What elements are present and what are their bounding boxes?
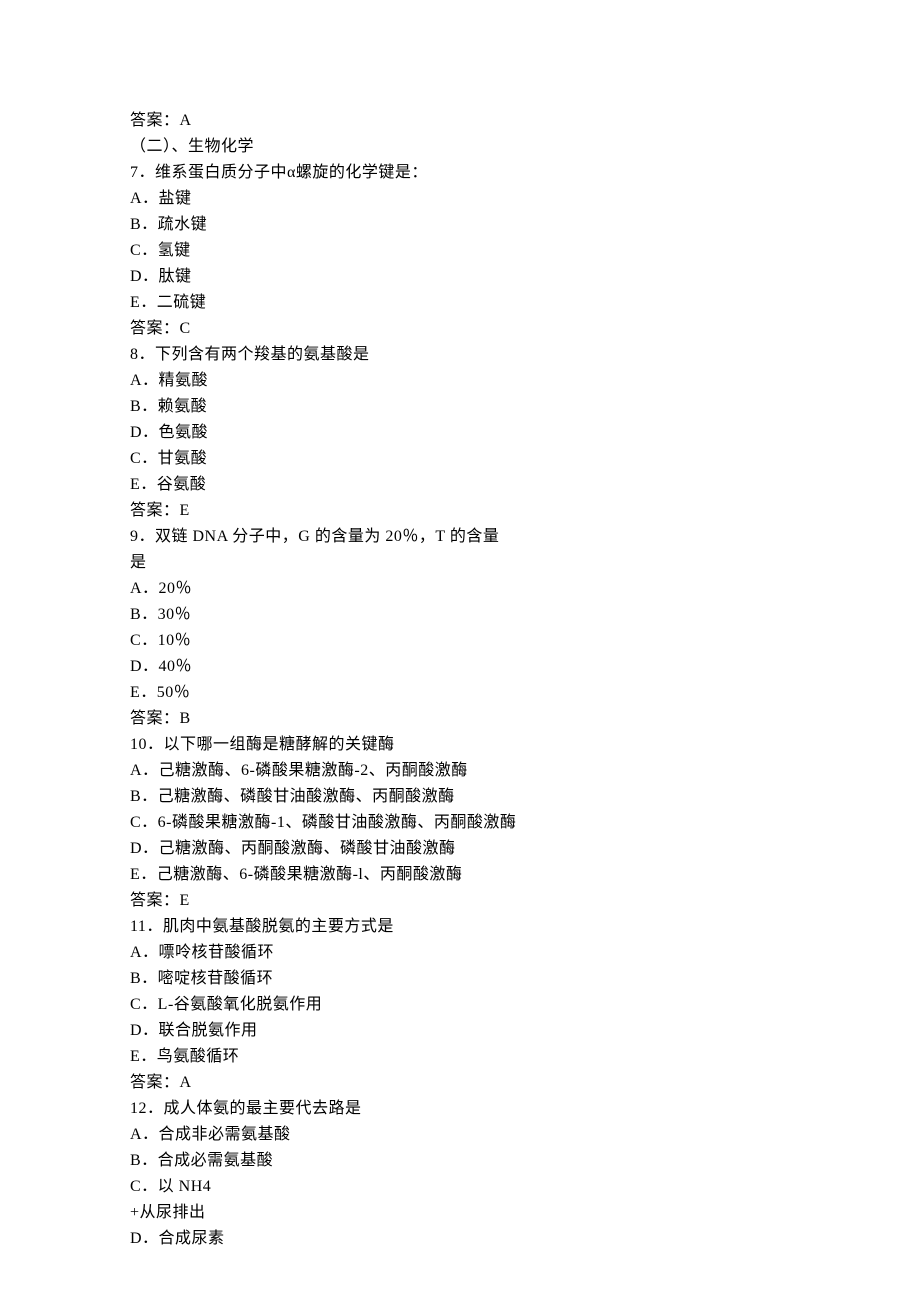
answer-line: 答案：E (130, 498, 790, 524)
option-e: E．鸟氨酸循环 (130, 1044, 790, 1070)
question-stem: 11．肌肉中氨基酸脱氨的主要方式是 (130, 914, 790, 940)
option-d: D．己糖激酶、丙酮酸激酶、磷酸甘油酸激酶 (130, 836, 790, 862)
question-stem: 8．下列含有两个羧基的氨基酸是 (130, 342, 790, 368)
question-stem: 12．成人体氨的最主要代去路是 (130, 1096, 790, 1122)
question-stem: 10．以下哪一组酶是糖酵解的关键酶 (130, 732, 790, 758)
option-e: E．二硫键 (130, 290, 790, 316)
option-d: D．肽键 (130, 264, 790, 290)
option-e: E．己糖激酶、6-磷酸果糖激酶-l、丙酮酸激酶 (130, 862, 790, 888)
option-c: C．6-磷酸果糖激酶-1、磷酸甘油酸激酶、丙酮酸激酶 (130, 810, 790, 836)
answer-line: 答案：A (130, 1070, 790, 1096)
option-b: B．嘧啶核苷酸循环 (130, 966, 790, 992)
option-c: C．甘氨酸 (130, 446, 790, 472)
option-a: A．嘌呤核苷酸循环 (130, 940, 790, 966)
option-b: B．30％ (130, 602, 790, 628)
option-a: A．己糖激酶、6-磷酸果糖激酶-2、丙酮酸激酶 (130, 758, 790, 784)
option-a: A．合成非必需氨基酸 (130, 1122, 790, 1148)
option-d: D．40％ (130, 654, 790, 680)
document-page: 答案：A （二）、生物化学 7．维系蛋白质分子中α螺旋的化学键是： A．盐键 B… (0, 0, 790, 1252)
option-c: C．以 NH4 (130, 1174, 790, 1200)
option-e: E．谷氨酸 (130, 472, 790, 498)
option-b: B．疏水键 (130, 212, 790, 238)
option-c-continued: +从尿排出 (130, 1200, 790, 1226)
option-b: B．合成必需氨基酸 (130, 1148, 790, 1174)
option-a: A．盐键 (130, 186, 790, 212)
option-b: B．己糖激酶、磷酸甘油酸激酶、丙酮酸激酶 (130, 784, 790, 810)
answer-line: 答案：E (130, 888, 790, 914)
option-a: A．20％ (130, 576, 790, 602)
question-stem-continued: 是 (130, 550, 790, 576)
option-d: D．色氨酸 (130, 420, 790, 446)
answer-line: 答案：A (130, 108, 790, 134)
option-c: C．L-谷氨酸氧化脱氨作用 (130, 992, 790, 1018)
option-d: D．联合脱氨作用 (130, 1018, 790, 1044)
question-stem: 7．维系蛋白质分子中α螺旋的化学键是： (130, 160, 790, 186)
option-c: C．10％ (130, 628, 790, 654)
option-a: A．精氨酸 (130, 368, 790, 394)
option-b: B．赖氨酸 (130, 394, 790, 420)
question-stem: 9．双链 DNA 分子中，G 的含量为 20％，T 的含量 (130, 524, 790, 550)
answer-line: 答案：B (130, 706, 790, 732)
answer-line: 答案：C (130, 316, 790, 342)
option-c: C．氢键 (130, 238, 790, 264)
option-e: E．50％ (130, 680, 790, 706)
option-d: D．合成尿素 (130, 1226, 790, 1252)
section-header: （二）、生物化学 (130, 134, 790, 160)
